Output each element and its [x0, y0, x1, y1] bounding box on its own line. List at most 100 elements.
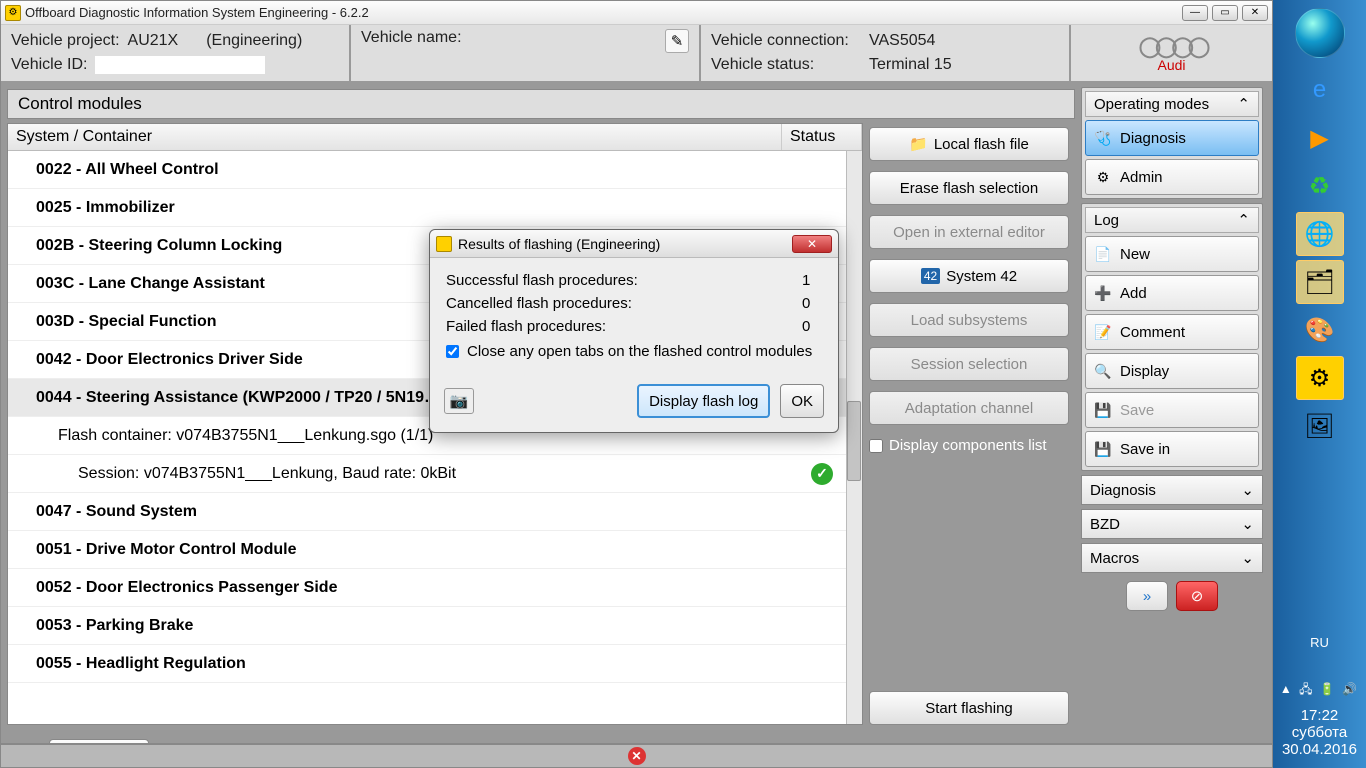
- folder-icon: 📁: [909, 135, 928, 153]
- log-new-button[interactable]: 📄New: [1085, 236, 1259, 272]
- table-row[interactable]: 0053 - Parking Brake: [8, 607, 862, 645]
- tray-icons[interactable]: ▲ 🖧 🔋 🔊: [1273, 680, 1366, 701]
- taskbar-ie-icon[interactable]: e: [1296, 68, 1344, 112]
- header: Vehicle project: AU21X (Engineering) Veh…: [1, 25, 1272, 83]
- taskbar-explorer-icon[interactable]: 🗂: [1296, 260, 1344, 304]
- dialog-title: Results of flashing (Engineering): [458, 236, 792, 252]
- audi-rings-icon: ◯◯◯◯: [1139, 34, 1205, 59]
- dialog-close-button[interactable]: ✕: [792, 235, 832, 253]
- failed-label: Failed flash procedures:: [446, 318, 606, 335]
- diagnosis-combo[interactable]: Diagnosis ⌄: [1081, 475, 1263, 505]
- forward-button[interactable]: »: [1126, 581, 1168, 611]
- table-row[interactable]: 0047 - Sound System: [8, 493, 862, 531]
- local-flash-button[interactable]: 📁 Local flash file: [869, 127, 1069, 161]
- section-title: Control modules: [7, 89, 1075, 119]
- flash-results-dialog: Results of flashing (Engineering) ✕ Succ…: [429, 229, 839, 433]
- status-label: Vehicle status:: [711, 56, 861, 74]
- cancelled-value: 0: [802, 295, 822, 312]
- start-button[interactable]: [1295, 8, 1345, 58]
- chevron-down-icon: ⌄: [1241, 549, 1254, 567]
- col-status[interactable]: Status: [782, 124, 862, 150]
- taskbar-recycle-icon[interactable]: ♻: [1296, 164, 1344, 208]
- log-display-button[interactable]: 🔍Display: [1085, 353, 1259, 389]
- scroll-thumb[interactable]: [847, 401, 861, 481]
- close-tabs-checkbox[interactable]: Close any open tabs on the flashed contr…: [446, 343, 822, 360]
- taskbar-pictures-icon[interactable]: 🖼: [1296, 404, 1344, 448]
- operating-modes-header[interactable]: Operating modes ⌃: [1085, 91, 1259, 117]
- comment-icon: 📝: [1094, 323, 1112, 341]
- table-row[interactable]: 0055 - Headlight Regulation: [8, 645, 862, 683]
- taskbar-odis-icon[interactable]: ⚙: [1296, 356, 1344, 400]
- error-icon[interactable]: ✕: [628, 747, 646, 765]
- minimize-button[interactable]: —: [1182, 5, 1208, 21]
- taskbar-media-icon[interactable]: ▶: [1296, 116, 1344, 160]
- system-tray[interactable]: RU ▲ 🖧 🔋 🔊 17:22 суббота 30.04.2016: [1273, 629, 1366, 768]
- macros-combo[interactable]: Macros ⌄: [1081, 543, 1263, 573]
- screenshot-button[interactable]: 📷: [444, 388, 474, 414]
- row-text: 0022 - All Wheel Control: [8, 157, 782, 183]
- adaptation-button: Adaptation channel: [869, 391, 1069, 425]
- status-bar: ✕: [1, 743, 1272, 767]
- erase-flash-button[interactable]: Erase flash selection: [869, 171, 1069, 205]
- display-components-input[interactable]: [869, 439, 883, 453]
- log-panel: Log ⌃ 📄New ➕Add 📝Comment 🔍Display 💾Save …: [1081, 203, 1263, 471]
- system42-icon: 42: [921, 268, 940, 284]
- table-row[interactable]: 0051 - Drive Motor Control Module: [8, 531, 862, 569]
- row-text: 0055 - Headlight Regulation: [8, 651, 782, 677]
- table-row[interactable]: Session: v074B3755N1___Lenkung, Baud rat…: [8, 455, 862, 493]
- failed-value: 0: [802, 318, 822, 335]
- action-column: 📁 Local flash file Erase flash selection…: [869, 123, 1069, 725]
- dialog-titlebar[interactable]: Results of flashing (Engineering) ✕: [430, 230, 838, 258]
- row-text: 0052 - Door Electronics Passenger Side: [8, 575, 782, 601]
- table-row[interactable]: 0025 - Immobilizer: [8, 189, 862, 227]
- operating-modes-panel: Operating modes ⌃ 🩺 Diagnosis ⚙ Admin: [1081, 87, 1263, 199]
- load-subsystems-button: Load subsystems: [869, 303, 1069, 337]
- session-selection-button: Session selection: [869, 347, 1069, 381]
- status-value: Terminal 15: [869, 56, 952, 74]
- new-file-icon: 📄: [1094, 245, 1112, 263]
- clock-time[interactable]: 17:22: [1273, 707, 1366, 724]
- log-add-button[interactable]: ➕Add: [1085, 275, 1259, 311]
- maximize-button[interactable]: ▭: [1212, 5, 1238, 21]
- brand-logo: ◯◯◯◯ Audi: [1071, 25, 1272, 81]
- taskbar-chrome-icon[interactable]: 🌐: [1296, 212, 1344, 256]
- bzd-combo[interactable]: BZD ⌄: [1081, 509, 1263, 539]
- stethoscope-icon: 🩺: [1094, 129, 1112, 147]
- ok-button[interactable]: OK: [780, 384, 824, 418]
- log-savein-button[interactable]: 💾Save in: [1085, 431, 1259, 467]
- app-window: ⚙ Offboard Diagnostic Information System…: [0, 0, 1273, 768]
- close-tabs-input[interactable]: [446, 345, 459, 358]
- close-button[interactable]: ✕: [1242, 5, 1268, 21]
- cancel-icon: ⊘: [1191, 587, 1204, 605]
- windows-taskbar: e ▶ ♻ 🌐 🗂 🎨 ⚙ 🖼 RU ▲ 🖧 🔋 🔊 17:22 суббота…: [1273, 0, 1366, 768]
- taskbar-paint-icon[interactable]: 🎨: [1296, 308, 1344, 352]
- start-flashing-button[interactable]: Start flashing: [869, 691, 1069, 725]
- success-icon: ✓: [811, 463, 833, 485]
- log-comment-button[interactable]: 📝Comment: [1085, 314, 1259, 350]
- display-flash-log-button[interactable]: Display flash log: [637, 384, 770, 418]
- connection-value: VAS5054: [869, 32, 935, 50]
- collapse-icon: ⌃: [1237, 211, 1250, 229]
- add-icon: ➕: [1094, 284, 1112, 302]
- diagnosis-mode-button[interactable]: 🩺 Diagnosis: [1085, 120, 1259, 156]
- cancel-button[interactable]: ⊘: [1176, 581, 1218, 611]
- log-save-button: 💾Save: [1085, 392, 1259, 428]
- clock-date: 30.04.2016: [1273, 741, 1366, 758]
- system42-button[interactable]: 42 System 42: [869, 259, 1069, 293]
- chevron-down-icon: ⌄: [1241, 481, 1254, 499]
- col-system[interactable]: System / Container: [8, 124, 782, 150]
- table-row[interactable]: 0052 - Door Electronics Passenger Side: [8, 569, 862, 607]
- row-text: 0047 - Sound System: [8, 499, 782, 525]
- language-indicator[interactable]: RU: [1273, 635, 1366, 650]
- log-header[interactable]: Log ⌃: [1085, 207, 1259, 233]
- row-text: Session: v074B3755N1___Lenkung, Baud rat…: [8, 461, 782, 487]
- scrollbar[interactable]: [846, 151, 862, 724]
- display-components-checkbox[interactable]: Display components list: [869, 437, 1069, 454]
- edit-name-button[interactable]: ✎: [665, 29, 689, 53]
- app-icon: ⚙: [5, 5, 21, 21]
- table-row[interactable]: 0022 - All Wheel Control: [8, 151, 862, 189]
- admin-mode-button[interactable]: ⚙ Admin: [1085, 159, 1259, 195]
- vehicle-name-label: Vehicle name:: [361, 29, 462, 47]
- vehicle-id-label: Vehicle ID:: [11, 56, 87, 74]
- titlebar[interactable]: ⚙ Offboard Diagnostic Information System…: [1, 1, 1272, 25]
